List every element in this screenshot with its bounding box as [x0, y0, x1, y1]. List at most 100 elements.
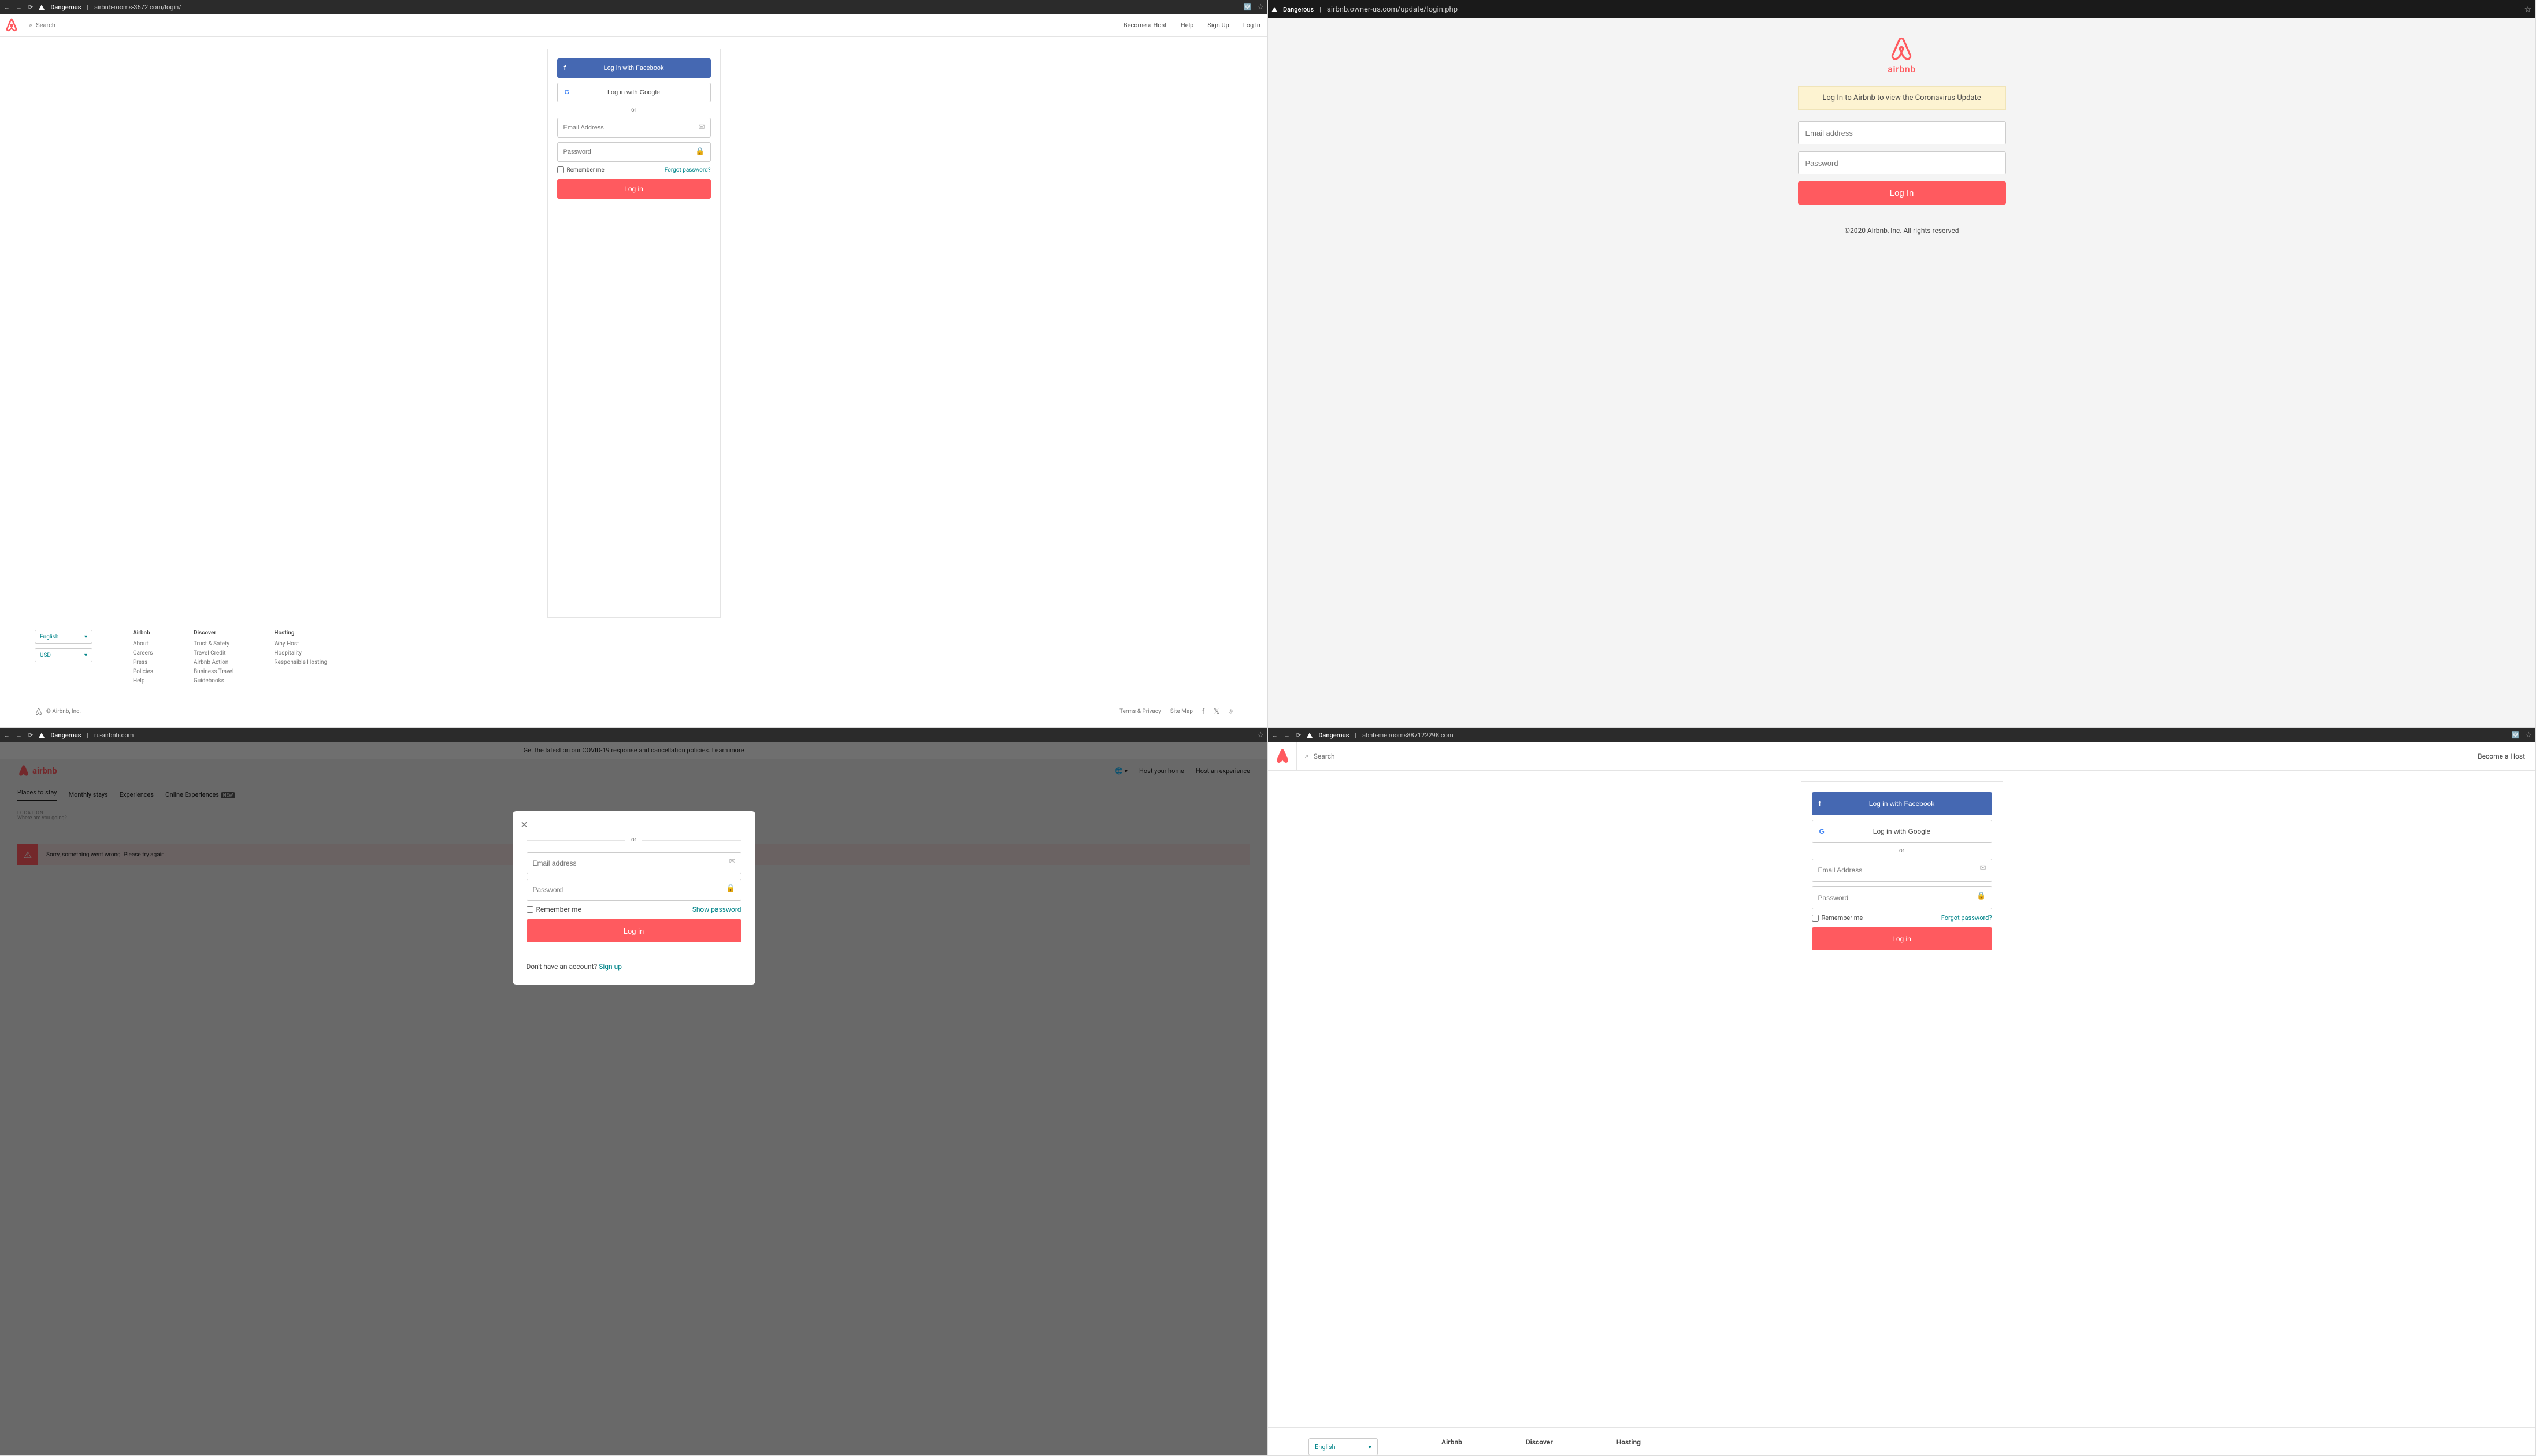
footer-link[interactable]: Careers — [133, 650, 153, 656]
copyright: © Airbnb, Inc. — [46, 708, 81, 715]
login-submit-button[interactable]: Log in — [527, 919, 741, 942]
facebook-icon: f — [564, 65, 566, 72]
signup-link[interactable]: Sign up — [599, 963, 622, 971]
url-text[interactable]: airbnb.owner-us.com/update/login.php — [1327, 5, 1458, 14]
show-password-link[interactable]: Show password — [692, 905, 741, 913]
browser-bar: ← → ⟳ Dangerous | abnb-me.rooms887122298… — [1268, 728, 2535, 742]
search-field[interactable]: ⌕ Search — [1297, 752, 2467, 760]
twitter-icon[interactable]: 𝕏 — [1214, 707, 1219, 716]
terms-link[interactable]: Terms & Privacy — [1119, 708, 1161, 715]
nav-forward-icon[interactable]: → — [1284, 731, 1290, 739]
search-placeholder: Search — [36, 21, 55, 29]
footer-link[interactable]: Help — [133, 678, 153, 684]
remember-me-checkbox[interactable]: Remember me — [527, 905, 581, 913]
or-divider: or — [527, 837, 741, 843]
nav-become-host[interactable]: Become a Host — [1117, 21, 1174, 29]
url-text[interactable]: airbnb-rooms-3672.com/login/ — [94, 3, 181, 11]
pane-top-left: ← → ⟳ Dangerous | airbnb-rooms-3672.com/… — [0, 0, 1268, 728]
footer-link[interactable]: Airbnb Action — [194, 659, 233, 666]
sitemap-link[interactable]: Site Map — [1170, 708, 1193, 715]
nav-back-icon[interactable]: ← — [3, 3, 10, 11]
nav-reload-icon[interactable]: ⟳ — [1296, 731, 1301, 739]
airbnb-logo-icon — [1888, 36, 1915, 64]
footer-link[interactable]: Policies — [133, 668, 153, 675]
lock-icon: 🔒 — [1977, 892, 1986, 900]
email-input[interactable] — [557, 118, 711, 138]
email-input[interactable] — [1812, 859, 1992, 882]
footer-link[interactable]: Hospitality — [274, 650, 327, 656]
language-select[interactable]: English▾ — [1308, 1438, 1378, 1455]
bookmark-star-icon[interactable]: ☆ — [2525, 731, 2532, 740]
nav-reload-icon[interactable]: ⟳ — [28, 731, 33, 739]
chevron-down-icon: ▾ — [1368, 1443, 1371, 1451]
footer-col-title: Airbnb — [133, 630, 153, 636]
password-input[interactable] — [557, 142, 711, 162]
login-facebook-button[interactable]: f Log in with Facebook — [557, 58, 711, 78]
bookmark-star-icon[interactable]: ☆ — [1257, 3, 1264, 12]
facebook-icon: f — [1819, 800, 1821, 808]
footer-col-title: Airbnb — [1441, 1438, 1462, 1455]
danger-label: Dangerous — [50, 3, 81, 11]
pane-top-right: Dangerous | airbnb.owner-us.com/update/l… — [1268, 0, 2536, 728]
login-submit-button[interactable]: Log In — [1798, 181, 2006, 205]
remember-me-checkbox[interactable]: Remember me — [557, 166, 605, 173]
nav-back-icon[interactable]: ← — [3, 731, 10, 739]
email-input[interactable] — [527, 852, 741, 874]
nav-reload-icon[interactable]: ⟳ — [28, 3, 33, 11]
footer-link[interactable]: Guidebooks — [194, 678, 233, 684]
login-google-button[interactable]: G Log in with Google — [1812, 820, 1992, 843]
login-submit-button[interactable]: Log in — [1812, 927, 1992, 950]
password-input[interactable] — [1798, 151, 2006, 174]
footer-link[interactable]: Business Travel — [194, 668, 233, 675]
nav-forward-icon[interactable]: → — [16, 3, 22, 11]
login-facebook-button[interactable]: f Log in with Facebook — [1812, 792, 1992, 815]
forgot-password-link[interactable]: Forgot password? — [1941, 914, 1992, 922]
login-submit-button[interactable]: Log in — [557, 179, 711, 199]
warning-icon — [39, 733, 45, 738]
currency-select[interactable]: USD▾ — [35, 648, 92, 662]
nav-help[interactable]: Help — [1174, 21, 1201, 29]
logo-cell[interactable] — [1268, 742, 1297, 770]
footer-link[interactable]: Travel Credit — [194, 650, 233, 656]
browser-bar: ← → ⟳ Dangerous | airbnb-rooms-3672.com/… — [0, 0, 1267, 14]
nav-become-host[interactable]: Become a Host — [2467, 752, 2535, 760]
lock-icon: 🔒 — [726, 884, 735, 893]
footer-col-title: Hosting — [1616, 1438, 1641, 1455]
footer-link[interactable]: Why Host — [274, 641, 327, 647]
nav-forward-icon[interactable]: → — [16, 731, 22, 739]
nav-login[interactable]: Log In — [1236, 21, 1267, 29]
translate-icon[interactable]: 🈳 — [1244, 3, 1252, 11]
login-google-button[interactable]: G Log in with Google — [557, 83, 711, 102]
footer-link[interactable]: Responsible Hosting — [274, 659, 327, 666]
facebook-icon[interactable]: f — [1202, 707, 1204, 716]
password-input[interactable] — [527, 879, 741, 901]
url-text[interactable]: ru-airbnb.com — [94, 731, 134, 739]
chevron-down-icon: ▾ — [84, 634, 87, 640]
language-select[interactable]: English▾ — [35, 630, 92, 644]
footer-link[interactable]: Press — [133, 659, 153, 666]
footer-link[interactable]: Trust & Safety — [194, 641, 233, 647]
site-footer: English▾ USD▾ Airbnb About Careers Press… — [0, 618, 1267, 727]
logo-cell[interactable] — [0, 14, 23, 36]
nav-back-icon[interactable]: ← — [1271, 731, 1278, 739]
or-divider: or — [1812, 848, 1992, 854]
bookmark-star-icon[interactable]: ☆ — [2524, 4, 2532, 14]
nav-signup[interactable]: Sign Up — [1200, 21, 1236, 29]
danger-label: Dangerous — [50, 731, 81, 739]
url-text[interactable]: abnb-me.rooms887122298.com — [1362, 731, 1454, 739]
instagram-icon[interactable]: ⌾ — [1229, 707, 1233, 716]
close-icon[interactable]: ✕ — [521, 819, 528, 830]
login-card: f Log in with Facebook G Log in with Goo… — [1801, 781, 2003, 1427]
browser-bar: ← → ⟳ Dangerous | ru-airbnb.com ☆ — [0, 728, 1267, 742]
chevron-down-icon: ▾ — [84, 652, 87, 659]
footer-link[interactable]: About — [133, 641, 153, 647]
translate-icon[interactable]: 🈳 — [2512, 731, 2520, 739]
warning-icon — [1307, 733, 1313, 738]
forgot-password-link[interactable]: Forgot password? — [665, 167, 711, 173]
password-input[interactable] — [1812, 886, 1992, 909]
bookmark-star-icon[interactable]: ☆ — [1257, 731, 1264, 740]
remember-me-checkbox[interactable]: Remember me — [1812, 914, 1863, 922]
email-input[interactable] — [1798, 121, 2006, 144]
search-field[interactable]: ⌕ Search — [23, 21, 1117, 29]
airbnb-logo-icon — [35, 708, 43, 716]
